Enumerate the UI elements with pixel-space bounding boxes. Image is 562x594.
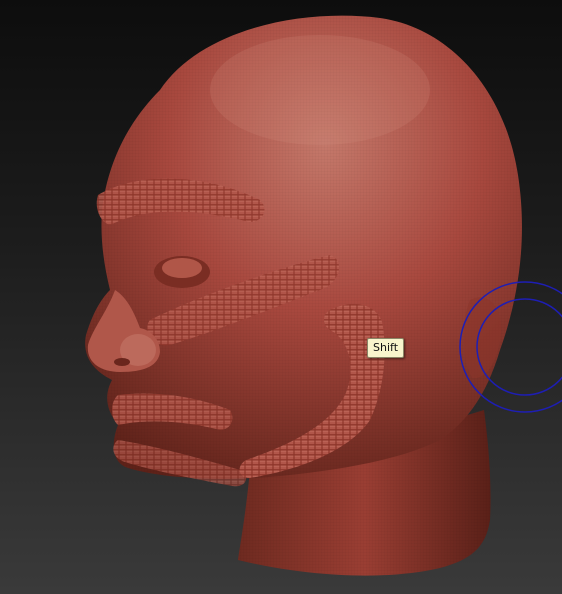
sculpted-head-model[interactable] <box>0 0 562 594</box>
eye <box>162 258 202 278</box>
sculpt-viewport[interactable]: Shift <box>0 0 562 594</box>
modifier-tooltip: Shift <box>367 338 405 358</box>
